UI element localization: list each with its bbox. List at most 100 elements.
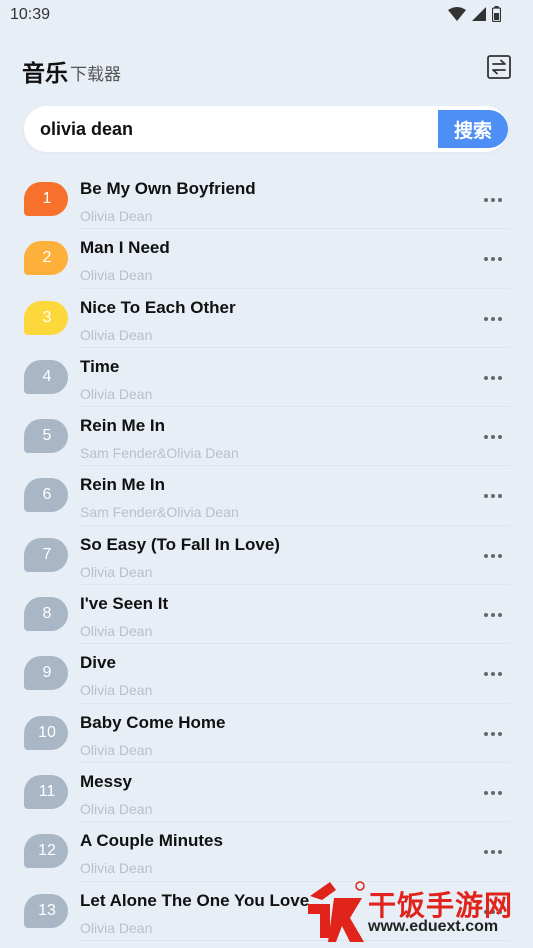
switch-source-button[interactable] — [486, 54, 512, 80]
song-list-item[interactable]: 9 Dive Olivia Dean — [0, 644, 533, 704]
more-options-icon[interactable] — [478, 546, 508, 566]
rank-badge: 4 — [24, 359, 68, 394]
app-subtitle: 下载器 — [70, 65, 121, 85]
song-title: Messy — [80, 771, 132, 791]
more-dot — [491, 435, 495, 440]
more-dot — [484, 613, 488, 618]
rank-badge: 9 — [24, 656, 68, 691]
song-title: Be My Own Boyfriend — [80, 179, 256, 198]
song-artist: Olivia Dean — [80, 208, 153, 224]
song-title: Man I Need — [80, 238, 170, 258]
status-icons — [448, 6, 501, 22]
song-artist: Olivia Dean — [80, 267, 153, 284]
more-dot — [498, 731, 502, 736]
more-dot — [484, 316, 488, 321]
song-list-item[interactable]: 7 So Easy (To Fall In Love) Olivia Dean — [0, 526, 533, 586]
song-artist: Olivia Dean — [80, 326, 153, 343]
more-dot — [484, 435, 488, 440]
more-dot — [484, 553, 488, 558]
song-list-item[interactable]: 11 Messy Olivia Dean — [0, 763, 533, 823]
app-title: 音乐 — [22, 61, 68, 87]
rank-badge: 12 — [24, 834, 68, 869]
song-list-item[interactable]: 4 Time Olivia Dean — [0, 348, 533, 408]
more-dot — [484, 257, 488, 262]
more-dot — [498, 850, 502, 855]
rank-badge: 1 — [24, 182, 68, 216]
more-options-icon[interactable] — [478, 724, 508, 744]
more-dot — [498, 435, 502, 440]
status-time: 10:39 — [10, 6, 51, 23]
song-artist: Olivia Dean — [80, 385, 153, 402]
rank-badge: 5 — [24, 419, 68, 454]
song-artist: Olivia Dean — [80, 623, 153, 640]
search-bar: 搜索 — [24, 106, 508, 152]
song-artist: Olivia Dean — [80, 919, 153, 936]
song-list: 1 Be My Own Boyfriend Olivia Dean 2 Man I Ne… — [0, 170, 533, 941]
song-title: Baby Come Home — [80, 712, 226, 732]
more-dot — [498, 316, 502, 321]
more-options-icon[interactable] — [478, 783, 508, 803]
more-dot — [491, 494, 495, 499]
song-list-item[interactable]: 5 Rein Me In Sam Fender&Olivia Dean — [0, 407, 533, 467]
song-list-item[interactable]: 8 I've Seen It Olivia Dean — [0, 585, 533, 645]
more-dot — [484, 494, 488, 499]
song-title: So Easy (To Fall In Love) — [80, 534, 280, 554]
more-dot — [498, 198, 502, 202]
song-artist: Olivia Dean — [80, 682, 153, 699]
search-button[interactable]: 搜索 — [438, 110, 508, 148]
song-title: Nice To Each Other — [80, 297, 236, 317]
song-title: Rein Me In — [80, 475, 166, 495]
more-options-icon[interactable] — [478, 664, 508, 684]
more-dot — [491, 672, 495, 677]
song-artist: Olivia Dean — [80, 563, 153, 580]
song-list-item[interactable]: 3 Nice To Each Other Olivia Dean — [0, 289, 533, 348]
rank-badge: 11 — [24, 774, 68, 809]
more-dot — [484, 850, 488, 855]
more-dot — [484, 790, 488, 795]
song-title: A Couple Minutes — [80, 831, 223, 851]
signal-icon — [472, 7, 486, 21]
rank-badge: 6 — [24, 478, 68, 513]
song-title: Dive — [80, 653, 116, 673]
more-dot — [491, 731, 495, 736]
song-list-item[interactable]: 1 Be My Own Boyfriend Olivia Dean — [0, 170, 533, 230]
status-bar: 10:39 — [0, 0, 533, 30]
watermark-url: www.eduext.com — [368, 918, 499, 935]
more-options-icon[interactable] — [478, 427, 508, 447]
switch-icon — [487, 55, 511, 79]
rank-badge: 10 — [24, 715, 68, 750]
wifi-icon — [448, 7, 466, 21]
more-dot — [491, 198, 495, 202]
song-list-item[interactable]: 6 Rein Me In Sam Fender&Olivia Dean — [0, 466, 533, 526]
search-input[interactable] — [40, 106, 430, 152]
rank-badge: 13 — [24, 893, 68, 928]
more-options-icon[interactable] — [478, 605, 508, 625]
more-dot — [491, 790, 495, 795]
song-artist: Olivia Dean — [80, 860, 153, 877]
more-dot — [484, 672, 488, 677]
rank-badge: 8 — [24, 597, 68, 632]
song-list-item[interactable]: 10 Baby Come Home Olivia Dean — [0, 704, 533, 763]
more-dot — [491, 553, 495, 558]
song-list-item[interactable]: 2 Man I Need Olivia Dean — [0, 229, 533, 289]
song-title: Time — [80, 356, 120, 376]
more-options-icon[interactable] — [478, 368, 508, 388]
song-list-item[interactable]: 12 A Couple Minutes Olivia Dean — [0, 822, 533, 882]
rank-badge: 2 — [24, 241, 68, 276]
more-dot — [498, 494, 502, 499]
song-title: Rein Me In — [80, 416, 166, 436]
rank-badge: 7 — [24, 537, 68, 572]
more-options-icon[interactable] — [478, 309, 508, 329]
more-dot — [498, 257, 502, 262]
more-dot — [498, 375, 502, 380]
battery-icon — [492, 6, 501, 22]
more-options-icon[interactable] — [478, 486, 508, 506]
more-options-icon[interactable] — [478, 190, 508, 210]
more-options-icon[interactable] — [478, 842, 508, 862]
song-title: Let Alone The One You Love — [80, 890, 310, 910]
more-dot — [491, 613, 495, 618]
watermark-logo-icon — [308, 881, 365, 942]
more-dot — [491, 375, 495, 380]
more-options-icon[interactable] — [478, 249, 508, 269]
more-dot — [498, 613, 502, 618]
